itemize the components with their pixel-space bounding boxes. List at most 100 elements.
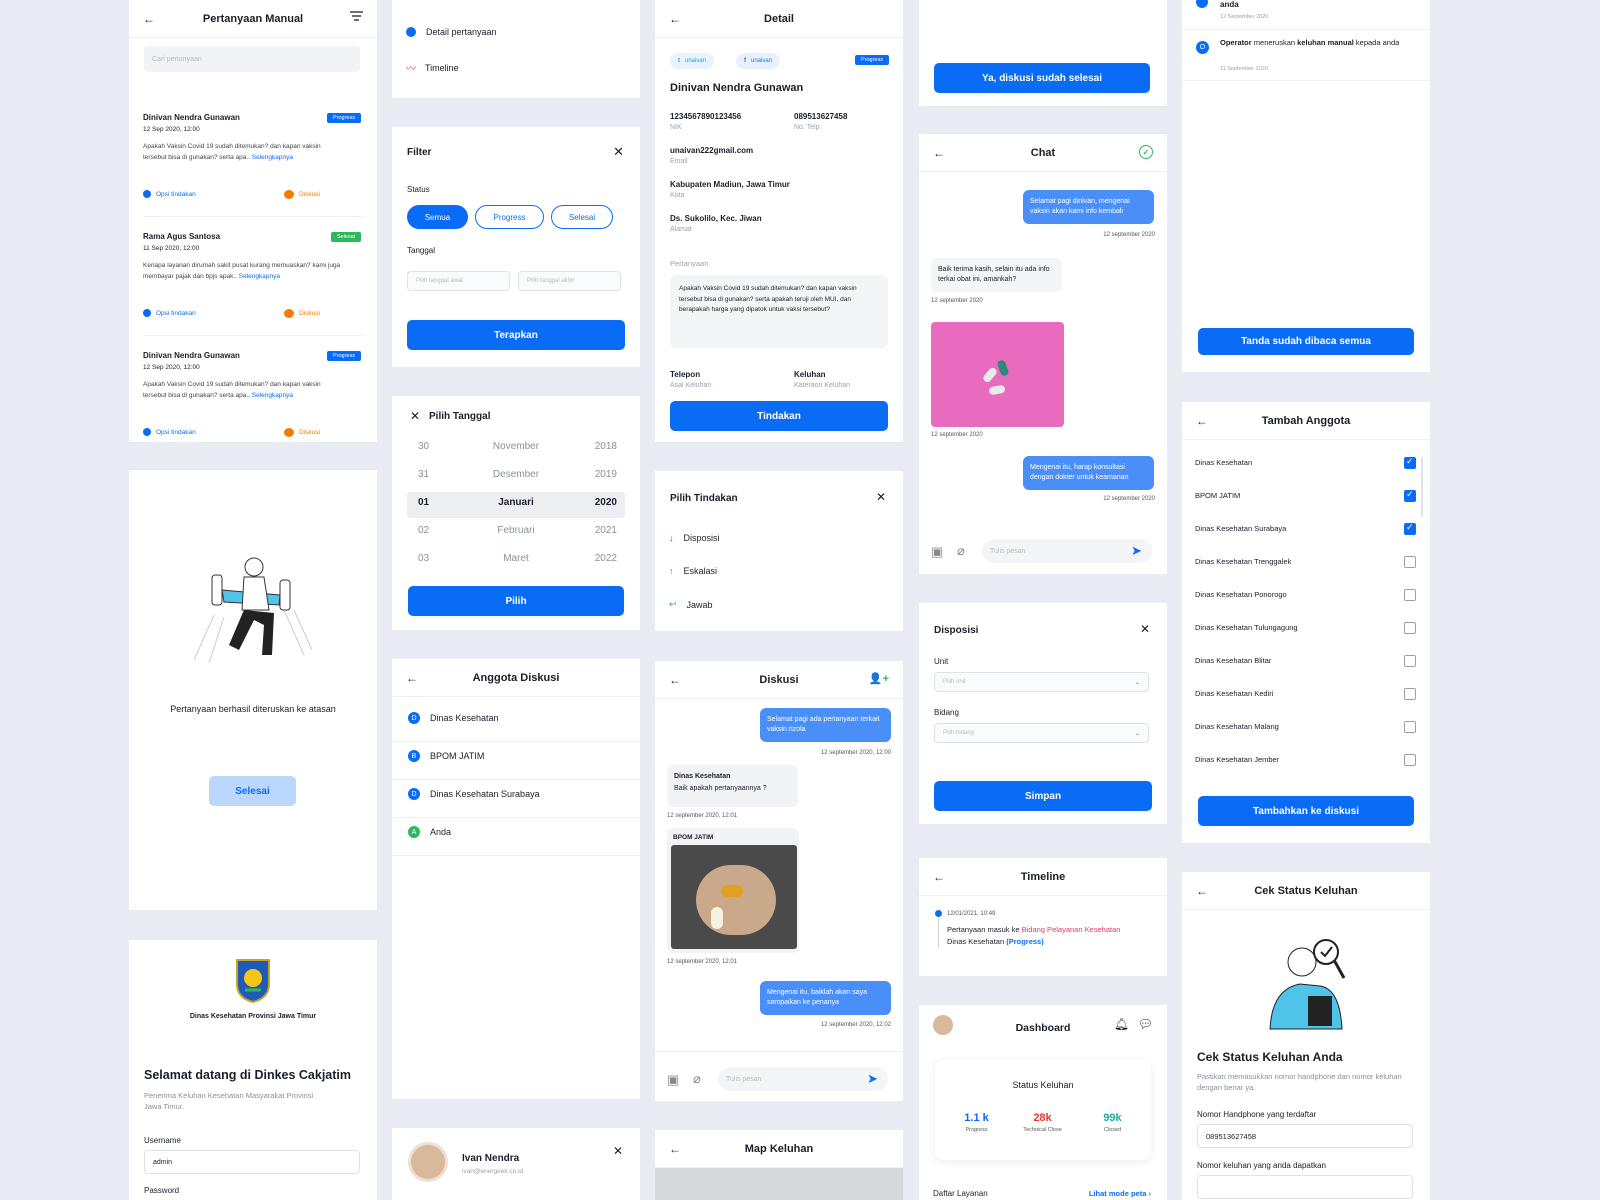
simpan-button[interactable]: Simpan: [934, 781, 1152, 811]
question-card[interactable]: Dinivan Nendra Gunawan 12 Sep 2020, 12:0…: [143, 105, 363, 217]
selengkapnya-link[interactable]: Selengkapnya: [239, 273, 280, 280]
menu-item-detail[interactable]: Detail pertanyaan: [406, 27, 626, 37]
hp-field[interactable]: 089513627458: [1197, 1124, 1413, 1148]
back-arrow-icon[interactable]: ←: [669, 673, 681, 687]
diskusi-link[interactable]: Diskusi: [284, 309, 320, 318]
bell-icon[interactable]: 🔔︎: [1114, 1017, 1129, 1031]
picker-year-option[interactable]: 2022: [595, 553, 617, 564]
member-row[interactable]: D Dinas Kesehatan Surabaya: [408, 788, 626, 800]
username-field[interactable]: admin: [144, 1150, 360, 1174]
date-to-field[interactable]: Pilih tanggal akhir: [518, 271, 621, 291]
paperclip-icon[interactable]: ⌀: [693, 1071, 701, 1087]
pills-photo[interactable]: [931, 322, 1064, 427]
close-icon[interactable]: ✕: [613, 1144, 623, 1158]
search-input[interactable]: Cari pertanyaan: [144, 46, 360, 72]
date-from-field[interactable]: Pilih tanggal awal: [407, 271, 510, 291]
opsi-tindakan-link[interactable]: Opsi tindakan: [143, 428, 196, 436]
selengkapnya-link[interactable]: Selengkapnya: [252, 154, 293, 161]
member-row[interactable]: D Dinas Kesehatan: [408, 712, 626, 724]
paperclip-icon[interactable]: ⌀: [957, 543, 965, 559]
pills-photo[interactable]: [671, 845, 797, 950]
question-card[interactable]: Dinivan Nendra Gunawan 12 Sep 2020, 12:0…: [143, 343, 363, 442]
picker-day-option[interactable]: 30: [418, 441, 429, 452]
close-icon[interactable]: ✕: [1140, 622, 1150, 636]
picker-year-option[interactable]: 2019: [595, 469, 617, 480]
member-checkbox[interactable]: [1404, 522, 1416, 535]
back-arrow-icon[interactable]: ←: [933, 870, 945, 884]
member-row[interactable]: B BPOM JATIM: [408, 750, 626, 762]
picker-year-option[interactable]: 2021: [595, 525, 617, 536]
mark-all-read-button[interactable]: Tanda sudah dibaca semua: [1198, 328, 1414, 355]
check-circle-icon[interactable]: ✓: [1139, 145, 1153, 159]
bidang-select[interactable]: Pilih bidang ⌄: [934, 723, 1149, 743]
back-arrow-icon[interactable]: ←: [669, 1142, 681, 1156]
picker-day-option[interactable]: 03: [418, 553, 429, 564]
member-row[interactable]: A Anda: [408, 826, 626, 838]
back-arrow-icon[interactable]: ←: [1196, 884, 1208, 898]
back-arrow-icon[interactable]: ←: [1196, 414, 1208, 428]
status-selesai-chip[interactable]: Selesai: [551, 205, 613, 229]
facebook-chip[interactable]: f unaivan: [736, 53, 781, 69]
picker-day-option[interactable]: 01: [418, 497, 429, 508]
back-arrow-icon[interactable]: ←: [933, 146, 945, 160]
diskusi-link[interactable]: Diskusi: [284, 190, 320, 199]
twitter-chip[interactable]: t unaivan: [670, 53, 715, 69]
member-checkbox[interactable]: [1404, 655, 1416, 667]
image-icon[interactable]: ▣: [667, 1072, 679, 1088]
pilih-button[interactable]: Pilih: [408, 586, 624, 616]
opsi-tindakan-link[interactable]: Opsi tindakan: [143, 190, 196, 198]
picker-month-option[interactable]: Desember: [462, 469, 570, 480]
send-icon[interactable]: ➤: [867, 1071, 878, 1087]
member-checkbox[interactable]: [1404, 556, 1416, 568]
tindakan-disposisi[interactable]: ↓ Disposisi: [669, 533, 889, 543]
lihat-peta-link[interactable]: Lihat mode peta ›: [1089, 1189, 1151, 1198]
opsi-tindakan-link[interactable]: Opsi tindakan: [143, 309, 196, 317]
diskusi-link[interactable]: Diskusi: [284, 428, 320, 437]
member-checkbox[interactable]: [1404, 721, 1416, 733]
status-progress-chip[interactable]: Progress: [475, 205, 544, 229]
member-checkbox[interactable]: [1404, 688, 1416, 700]
map-area[interactable]: [655, 1168, 903, 1200]
back-arrow-icon[interactable]: ←: [406, 671, 418, 685]
close-icon[interactable]: ✕: [410, 409, 420, 423]
selesai-button[interactable]: Selesai: [209, 776, 296, 806]
picker-month-option[interactable]: Februari: [462, 525, 570, 536]
question-card[interactable]: Rama Agus Santosa 11 Sep 2020, 12:00 Sel…: [143, 224, 363, 336]
picker-year-option[interactable]: 2018: [595, 441, 617, 452]
chat-bubble-icon[interactable]: 💬︎: [1138, 1017, 1153, 1031]
member-checkbox[interactable]: [1404, 589, 1416, 601]
message-input[interactable]: Tulis pesan: [982, 539, 1152, 563]
tindakan-button[interactable]: Tindakan: [670, 401, 888, 431]
back-arrow-icon[interactable]: ←: [143, 12, 155, 26]
send-icon[interactable]: ➤: [1131, 543, 1142, 559]
back-arrow-icon[interactable]: ←: [669, 12, 681, 26]
picker-month-option[interactable]: November: [462, 441, 570, 452]
picker-month-option[interactable]: Maret: [462, 553, 570, 564]
close-icon[interactable]: ✕: [613, 144, 624, 160]
add-member-icon[interactable]: 👤+: [869, 672, 889, 685]
picker-day-option[interactable]: 02: [418, 525, 429, 536]
selengkapnya-link[interactable]: Selengkapnya: [252, 392, 293, 399]
terapkan-button[interactable]: Terapkan: [407, 320, 625, 350]
no-keluhan-field[interactable]: [1197, 1175, 1413, 1199]
message-input[interactable]: Tulis pesan: [718, 1067, 888, 1091]
member-checkbox[interactable]: [1404, 456, 1416, 469]
picker-day-option[interactable]: 31: [418, 469, 429, 480]
unit-select[interactable]: Pilih unit ⌄: [934, 672, 1149, 692]
image-icon[interactable]: ▣: [931, 544, 943, 560]
tambahkan-button[interactable]: Tambahkan ke diskusi: [1198, 796, 1414, 826]
scrollbar[interactable]: [1421, 457, 1423, 517]
picker-year-option[interactable]: 2020: [595, 497, 617, 508]
member-checkbox[interactable]: [1404, 754, 1416, 766]
member-checkbox[interactable]: [1404, 489, 1416, 502]
member-checkbox[interactable]: [1404, 622, 1416, 634]
tindakan-jawab[interactable]: ↩ Jawab: [669, 599, 889, 610]
picker-month-option[interactable]: Januari: [462, 497, 570, 508]
filter-icon[interactable]: [350, 11, 363, 24]
menu-item-timeline[interactable]: 〰 Timeline: [406, 60, 626, 76]
status-semua-chip[interactable]: Semua: [407, 205, 468, 229]
notif-item[interactable]: Operator meneruskan keluhan manual kepad…: [1220, 38, 1415, 49]
tindakan-eskalasi[interactable]: ↑ Eskalasi: [669, 566, 889, 576]
close-icon[interactable]: ✕: [876, 490, 886, 504]
confirm-selesai-button[interactable]: Ya, diskusi sudah selesai: [934, 63, 1150, 93]
